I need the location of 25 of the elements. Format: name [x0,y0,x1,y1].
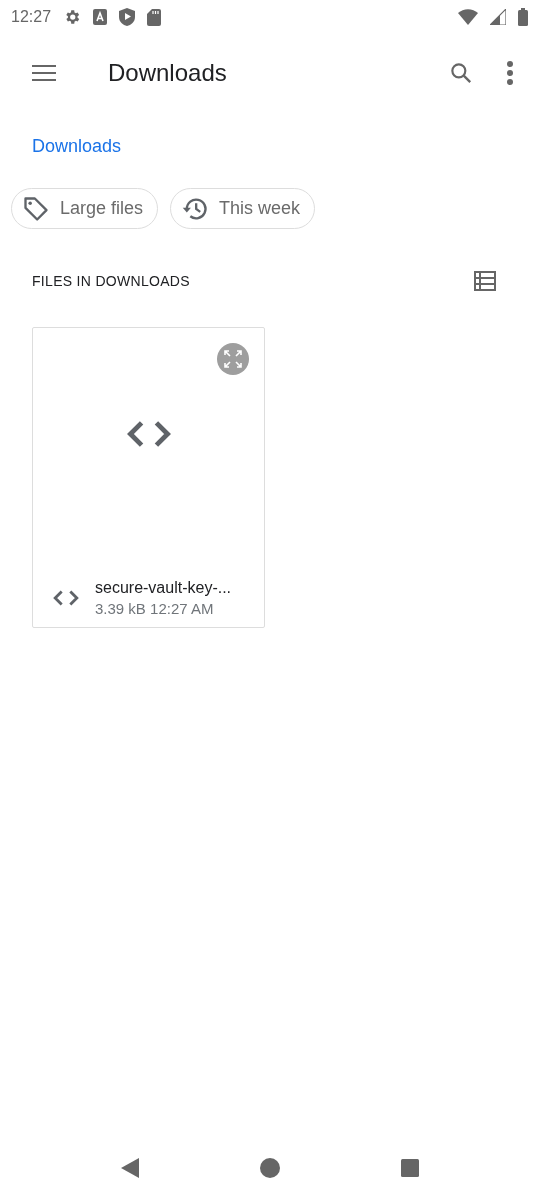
status-time: 12:27 [11,8,52,26]
search-icon [448,60,474,86]
circle-icon [259,1157,281,1179]
tag-icon [22,194,50,223]
triangle-icon [119,1156,141,1180]
keyboard-icon [93,9,108,25]
shield-icon [119,8,136,26]
signal-icon [490,9,506,25]
code-icon [125,420,172,447]
file-name: secure-vault-key-... [95,579,232,597]
sd-card-icon [147,8,162,26]
square-icon [399,1157,421,1179]
section-title: FILES IN DOWNLOADS [32,273,191,289]
menu-icon [30,63,58,83]
wifi-icon [458,9,478,25]
toolbar-title: Downloads [108,59,228,87]
filter-chip[interactable]: Large files [11,188,159,229]
breadcrumb-link[interactable]: Downloads [32,136,122,156]
file-details: 3.39 kB 12:27 AM [95,600,215,617]
expand-icon[interactable] [216,342,250,376]
file-card[interactable]: secure-vault-key-... 3.39 kB 12:27 AM [32,327,265,628]
more-options-icon [506,60,514,86]
filter-chip[interactable]: This week [170,188,316,229]
battery-icon [518,8,528,26]
code-icon [53,590,79,606]
